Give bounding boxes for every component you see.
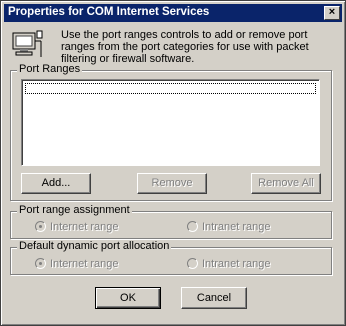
- assignment-internet-radio[interactable]: Internet range: [35, 220, 119, 235]
- radio-label: Intranet range: [202, 258, 271, 270]
- port-ranges-list[interactable]: [21, 79, 320, 166]
- description-text: Use the port ranges controls to add or r…: [61, 29, 309, 65]
- radio-unselected-icon: [187, 257, 198, 269]
- window-title: Properties for COM Internet Services: [8, 6, 210, 18]
- assignment-intranet-radio[interactable]: Intranet range: [187, 220, 271, 235]
- radio-label: Internet range: [50, 221, 119, 233]
- allocation-intranet-radio[interactable]: Intranet range: [187, 257, 271, 272]
- close-button[interactable]: ×: [324, 6, 340, 20]
- radio-label: Internet range: [50, 258, 119, 270]
- remove-all-button[interactable]: Remove All: [251, 173, 321, 194]
- radio-unselected-icon: [187, 220, 198, 232]
- cancel-button[interactable]: Cancel: [181, 287, 247, 309]
- close-icon: ×: [328, 6, 336, 18]
- list-item[interactable]: [25, 83, 316, 94]
- port-range-assignment-label: Port range assignment: [17, 204, 132, 216]
- add-button[interactable]: Add...: [21, 173, 91, 194]
- network-computer-icon: [11, 29, 43, 61]
- radio-label: Intranet range: [202, 221, 271, 233]
- port-ranges-label: Port Ranges: [17, 63, 83, 75]
- default-dynamic-port-allocation-label: Default dynamic port allocation: [17, 240, 172, 252]
- remove-button[interactable]: Remove: [137, 173, 207, 194]
- radio-selected-icon: [35, 257, 46, 269]
- title-bar[interactable]: Properties for COM Internet Services ×: [4, 4, 342, 22]
- allocation-internet-radio[interactable]: Internet range: [35, 257, 119, 272]
- ok-button[interactable]: OK: [95, 287, 161, 309]
- properties-dialog: Properties for COM Internet Services × U…: [0, 0, 346, 326]
- radio-selected-icon: [35, 220, 46, 232]
